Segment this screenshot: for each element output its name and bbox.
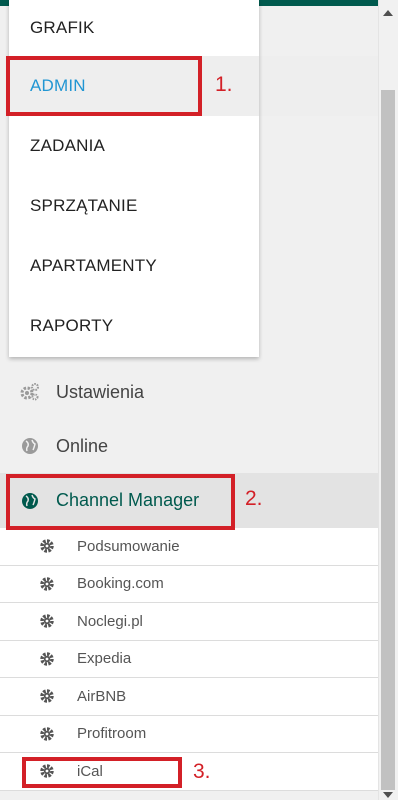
sidebar-item-ustawienia[interactable]: Ustawienia <box>0 365 378 419</box>
main-nav-dropdown: GRAFIK ADMIN ZADANIA SPRZĄTANIE APARTAME… <box>9 0 259 357</box>
submenu-item-label: Booking.com <box>77 575 164 593</box>
scrollbar[interactable] <box>378 0 398 800</box>
nav-item-grafik[interactable]: GRAFIK <box>9 0 259 56</box>
annotation-label-1: 1. <box>215 73 233 96</box>
gear-icon <box>39 613 55 629</box>
nav-item-zadania[interactable]: ZADANIA <box>9 116 259 176</box>
annotation-box-3 <box>22 757 182 788</box>
annotation-box-1 <box>6 56 202 116</box>
submenu-item-label: Expedia <box>77 650 132 668</box>
gear-icon <box>39 688 55 704</box>
nav-item-apartamenty[interactable]: APARTAMENTY <box>9 236 259 296</box>
sidebar-item-online[interactable]: Online <box>0 419 378 473</box>
submenu-item-noclegi[interactable]: Noclegi.pl <box>0 603 378 641</box>
submenu-item-podsumowanie[interactable]: Podsumowanie <box>0 528 378 566</box>
annotation-label-3: 3. <box>193 760 211 783</box>
channel-manager-submenu: Podsumowanie Booking.com Noclegi.pl Expe… <box>0 528 378 791</box>
globe-icon <box>20 436 40 456</box>
submenu-item-expedia[interactable]: Expedia <box>0 641 378 678</box>
sidebar-item-label: Online <box>56 435 109 456</box>
sidebar-item-label: Ustawienia <box>56 381 145 402</box>
scroll-up-arrow-icon[interactable] <box>383 8 393 18</box>
gear-icon <box>39 538 55 554</box>
annotation-label-2: 2. <box>245 487 263 510</box>
submenu-item-airbnb[interactable]: AirBNB <box>0 678 378 716</box>
scrollbar-thumb[interactable] <box>381 90 395 790</box>
gear-icon <box>39 726 55 742</box>
nav-item-sprzatanie[interactable]: SPRZĄTANIE <box>9 176 259 236</box>
nav-item-raporty[interactable]: RAPORTY <box>9 296 259 356</box>
gear-icon <box>39 651 55 667</box>
scroll-down-arrow-icon[interactable] <box>383 790 393 800</box>
submenu-item-label: AirBNB <box>77 687 127 705</box>
gears-icon <box>20 382 40 402</box>
submenu-item-label: Noclegi.pl <box>77 612 143 630</box>
gear-icon <box>39 576 55 592</box>
submenu-item-label: Podsumowanie <box>77 537 180 555</box>
submenu-item-label: Profitroom <box>77 725 147 743</box>
annotation-box-2 <box>6 474 235 530</box>
submenu-item-profitroom[interactable]: Profitroom <box>0 716 378 753</box>
submenu-item-booking[interactable]: Booking.com <box>0 566 378 603</box>
dropdown-hover-highlight <box>259 56 378 116</box>
